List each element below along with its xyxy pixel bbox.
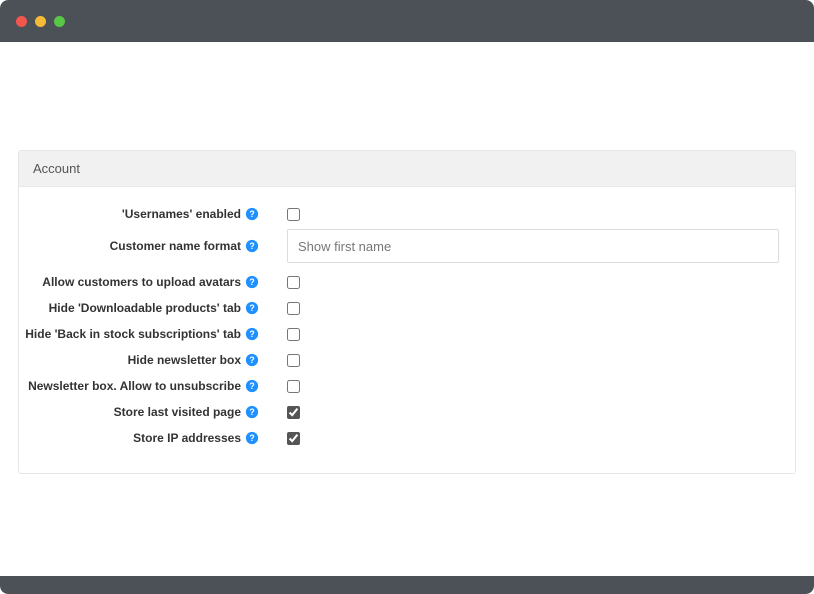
help-icon[interactable]: ? (245, 301, 259, 315)
label-text: 'Usernames' enabled (122, 207, 241, 221)
label-text: Newsletter box. Allow to unsubscribe (28, 379, 241, 393)
label-text: Hide 'Back in stock subscriptions' tab (25, 327, 241, 341)
row-hide-newsletter-box: Hide newsletter box ? (35, 347, 779, 373)
row-hide-downloadable-products-tab: Hide 'Downloadable products' tab ? (35, 295, 779, 321)
svg-text:?: ? (249, 355, 254, 365)
customer-name-format-select[interactable] (287, 229, 779, 263)
window: Account 'Usernames' enabled ? (0, 0, 814, 594)
svg-text:?: ? (249, 303, 254, 313)
label-customer-name-format: Customer name format ? (35, 239, 265, 253)
help-icon[interactable]: ? (245, 239, 259, 253)
row-customer-name-format: Customer name format ? (35, 227, 779, 269)
window-close-dot[interactable] (16, 16, 27, 27)
label-allow-upload-avatars: Allow customers to upload avatars ? (35, 275, 265, 289)
label-text: Store last visited page (114, 405, 241, 419)
label-text: Store IP addresses (133, 431, 241, 445)
row-store-last-visited-page: Store last visited page ? (35, 399, 779, 425)
svg-text:?: ? (249, 277, 254, 287)
control-store-ip-addresses (265, 432, 779, 445)
row-store-ip-addresses: Store IP addresses ? (35, 425, 779, 451)
control-hide-newsletter-box (265, 354, 779, 367)
row-hide-back-in-stock-tab: Hide 'Back in stock subscriptions' tab ? (35, 321, 779, 347)
panel-body: 'Usernames' enabled ? Customer name form… (19, 187, 795, 473)
row-allow-upload-avatars: Allow customers to upload avatars ? (35, 269, 779, 295)
help-icon[interactable]: ? (245, 275, 259, 289)
control-customer-name-format (265, 229, 779, 263)
store-last-visited-page-checkbox[interactable] (287, 406, 300, 419)
help-icon[interactable]: ? (245, 327, 259, 341)
label-text: Customer name format (110, 239, 241, 253)
help-icon[interactable]: ? (245, 405, 259, 419)
window-maximize-dot[interactable] (54, 16, 65, 27)
control-hide-back-in-stock-tab (265, 328, 779, 341)
store-ip-addresses-checkbox[interactable] (287, 432, 300, 445)
svg-text:?: ? (249, 209, 254, 219)
label-hide-back-in-stock-tab: Hide 'Back in stock subscriptions' tab ? (35, 327, 265, 341)
top-spacer (18, 60, 796, 150)
svg-text:?: ? (249, 329, 254, 339)
row-usernames-enabled: 'Usernames' enabled ? (35, 201, 779, 227)
svg-text:?: ? (249, 433, 254, 443)
label-text: Allow customers to upload avatars (42, 275, 241, 289)
svg-text:?: ? (249, 381, 254, 391)
svg-text:?: ? (249, 407, 254, 417)
newsletter-allow-unsubscribe-checkbox[interactable] (287, 380, 300, 393)
control-newsletter-allow-unsubscribe (265, 380, 779, 393)
window-minimize-dot[interactable] (35, 16, 46, 27)
label-text: Hide newsletter box (128, 353, 241, 367)
svg-text:?: ? (249, 241, 254, 251)
panel-title: Account (33, 161, 80, 176)
panel-header: Account (19, 151, 795, 187)
hide-back-in-stock-tab-checkbox[interactable] (287, 328, 300, 341)
label-newsletter-allow-unsubscribe: Newsletter box. Allow to unsubscribe ? (35, 379, 265, 393)
titlebar (0, 0, 814, 42)
label-store-last-visited-page: Store last visited page ? (35, 405, 265, 419)
label-usernames-enabled: 'Usernames' enabled ? (35, 207, 265, 221)
hide-downloadable-products-tab-checkbox[interactable] (287, 302, 300, 315)
help-icon[interactable]: ? (245, 431, 259, 445)
control-allow-upload-avatars (265, 276, 779, 289)
usernames-enabled-checkbox[interactable] (287, 208, 300, 221)
label-hide-downloadable-products-tab: Hide 'Downloadable products' tab ? (35, 301, 265, 315)
content-area: Account 'Usernames' enabled ? (0, 42, 814, 576)
control-hide-downloadable-products-tab (265, 302, 779, 315)
help-icon[interactable]: ? (245, 353, 259, 367)
label-hide-newsletter-box: Hide newsletter box ? (35, 353, 265, 367)
control-usernames-enabled (265, 208, 779, 221)
row-newsletter-allow-unsubscribe: Newsletter box. Allow to unsubscribe ? (35, 373, 779, 399)
label-text: Hide 'Downloadable products' tab (49, 301, 241, 315)
control-store-last-visited-page (265, 406, 779, 419)
hide-newsletter-box-checkbox[interactable] (287, 354, 300, 367)
help-icon[interactable]: ? (245, 379, 259, 393)
bottombar (0, 576, 814, 594)
account-panel: Account 'Usernames' enabled ? (18, 150, 796, 474)
allow-upload-avatars-checkbox[interactable] (287, 276, 300, 289)
help-icon[interactable]: ? (245, 207, 259, 221)
label-store-ip-addresses: Store IP addresses ? (35, 431, 265, 445)
